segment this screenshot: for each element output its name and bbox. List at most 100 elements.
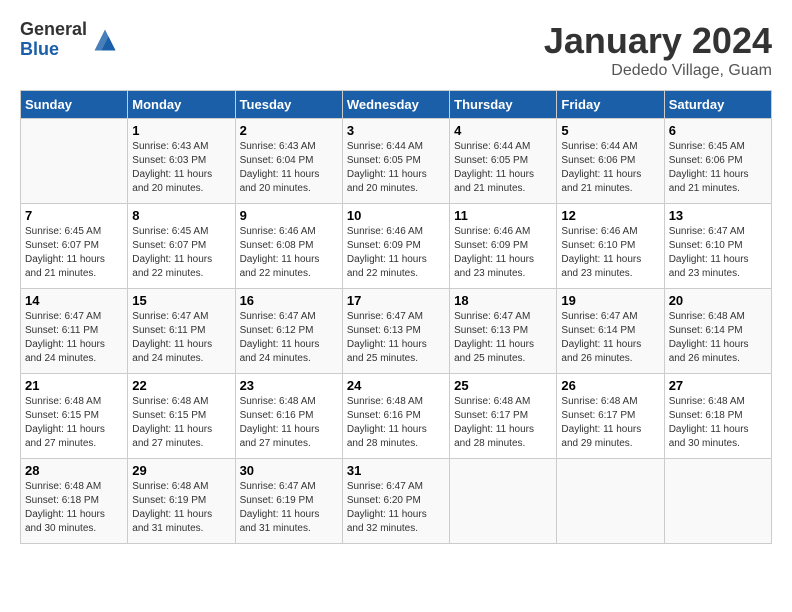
day-info: Sunrise: 6:43 AM Sunset: 6:04 PM Dayligh… [240, 140, 338, 196]
day-number: 21 [25, 378, 123, 393]
day-number: 1 [132, 123, 230, 138]
calendar-cell: 15Sunrise: 6:47 AM Sunset: 6:11 PM Dayli… [128, 289, 235, 374]
day-info: Sunrise: 6:48 AM Sunset: 6:16 PM Dayligh… [347, 395, 445, 451]
calendar-cell [557, 459, 664, 544]
day-number: 26 [561, 378, 659, 393]
calendar-cell: 21Sunrise: 6:48 AM Sunset: 6:15 PM Dayli… [21, 374, 128, 459]
calendar-cell: 28Sunrise: 6:48 AM Sunset: 6:18 PM Dayli… [21, 459, 128, 544]
calendar-week-row: 14Sunrise: 6:47 AM Sunset: 6:11 PM Dayli… [21, 289, 772, 374]
calendar-cell: 20 Sunrise: 6:48 AM Sunset: 6:14 PM Dayli… [664, 289, 771, 374]
day-number: 16 [240, 293, 338, 308]
day-number: 22 [132, 378, 230, 393]
calendar-cell: 4Sunrise: 6:44 AM Sunset: 6:05 PM Daylig… [450, 119, 557, 204]
calendar-cell: 8 Sunrise: 6:45 AM Sunset: 6:07 PM Daylig… [128, 204, 235, 289]
calendar-cell: 26Sunrise: 6:48 AM Sunset: 6:17 PM Dayli… [557, 374, 664, 459]
day-info: Sunrise: 6:47 AM Sunset: 6:19 PM Dayligh… [240, 480, 338, 536]
day-number: 2 [240, 123, 338, 138]
calendar-cell: 1 Sunrise: 6:43 AM Sunset: 6:03 PM Daylig… [128, 119, 235, 204]
day-number: 7 [25, 208, 123, 223]
calendar-cell: 14Sunrise: 6:47 AM Sunset: 6:11 PM Dayli… [21, 289, 128, 374]
day-number: 11 [454, 208, 552, 223]
day-number: 17 [347, 293, 445, 308]
day-info: Sunrise: 6:48 AM Sunset: 6:19 PM Dayligh… [132, 480, 230, 536]
day-info: Sunrise: 6:48 AM Sunset: 6:18 PM Dayligh… [669, 395, 767, 451]
calendar-header-sunday: Sunday [21, 91, 128, 119]
calendar-header-tuesday: Tuesday [235, 91, 342, 119]
calendar-cell: 3 Sunrise: 6:44 AM Sunset: 6:05 PM Daylig… [342, 119, 449, 204]
day-info: Sunrise: 6:48 AM Sunset: 6:15 PM Dayligh… [132, 395, 230, 451]
day-number: 8 [132, 208, 230, 223]
calendar-cell: 12 Sunrise: 6:46 AM Sunset: 6:10 PM Dayli… [557, 204, 664, 289]
day-number: 5 [561, 123, 659, 138]
day-number: 20 [669, 293, 767, 308]
day-number: 29 [132, 463, 230, 478]
calendar-header-friday: Friday [557, 91, 664, 119]
day-info: Sunrise: 6:45 AM Sunset: 6:07 PM Dayligh… [25, 225, 123, 281]
month-title: January 2024 [544, 20, 772, 62]
day-info: Sunrise: 6:46 AM Sunset: 6:10 PM Dayligh… [561, 225, 659, 281]
calendar-cell: 6 Sunrise: 6:45 AM Sunset: 6:06 PM Daylig… [664, 119, 771, 204]
calendar-cell [664, 459, 771, 544]
day-info: Sunrise: 6:43 AM Sunset: 6:03 PM Dayligh… [132, 140, 230, 196]
logo: General Blue [20, 20, 119, 60]
day-number: 9 [240, 208, 338, 223]
day-info: Sunrise: 6:48 AM Sunset: 6:16 PM Dayligh… [240, 395, 338, 451]
logo-general: General [20, 20, 87, 40]
calendar-cell: 25Sunrise: 6:48 AM Sunset: 6:17 PM Dayli… [450, 374, 557, 459]
day-info: Sunrise: 6:46 AM Sunset: 6:08 PM Dayligh… [240, 225, 338, 281]
day-info: Sunrise: 6:47 AM Sunset: 6:13 PM Dayligh… [347, 310, 445, 366]
calendar-cell: 2 Sunrise: 6:43 AM Sunset: 6:04 PM Daylig… [235, 119, 342, 204]
day-info: Sunrise: 6:47 AM Sunset: 6:14 PM Dayligh… [561, 310, 659, 366]
day-info: Sunrise: 6:46 AM Sunset: 6:09 PM Dayligh… [347, 225, 445, 281]
logo-blue: Blue [20, 40, 87, 60]
calendar-header-saturday: Saturday [664, 91, 771, 119]
day-info: Sunrise: 6:48 AM Sunset: 6:14 PM Dayligh… [669, 310, 767, 366]
day-number: 24 [347, 378, 445, 393]
day-number: 12 [561, 208, 659, 223]
calendar-cell: 31 Sunrise: 6:47 AM Sunset: 6:20 PM Dayli… [342, 459, 449, 544]
day-info: Sunrise: 6:47 AM Sunset: 6:10 PM Dayligh… [669, 225, 767, 281]
day-number: 18 [454, 293, 552, 308]
calendar-table: SundayMondayTuesdayWednesdayThursdayFrid… [20, 90, 772, 544]
page-header: General Blue January 2024 Dededo Village… [20, 20, 772, 80]
day-info: Sunrise: 6:47 AM Sunset: 6:12 PM Dayligh… [240, 310, 338, 366]
day-info: Sunrise: 6:46 AM Sunset: 6:09 PM Dayligh… [454, 225, 552, 281]
location-title: Dededo Village, Guam [544, 62, 772, 80]
day-number: 31 [347, 463, 445, 478]
day-info: Sunrise: 6:48 AM Sunset: 6:18 PM Dayligh… [25, 480, 123, 536]
day-number: 23 [240, 378, 338, 393]
calendar-cell: 16 Sunrise: 6:47 AM Sunset: 6:12 PM Dayli… [235, 289, 342, 374]
logo-icon [91, 26, 119, 54]
calendar-cell: 19Sunrise: 6:47 AM Sunset: 6:14 PM Dayli… [557, 289, 664, 374]
calendar-cell: 11 Sunrise: 6:46 AM Sunset: 6:09 PM Dayli… [450, 204, 557, 289]
day-number: 6 [669, 123, 767, 138]
calendar-cell: 22 Sunrise: 6:48 AM Sunset: 6:15 PM Dayli… [128, 374, 235, 459]
calendar-header-thursday: Thursday [450, 91, 557, 119]
day-number: 25 [454, 378, 552, 393]
calendar-cell [450, 459, 557, 544]
day-info: Sunrise: 6:44 AM Sunset: 6:06 PM Dayligh… [561, 140, 659, 196]
calendar-week-row: 1 Sunrise: 6:43 AM Sunset: 6:03 PM Daylig… [21, 119, 772, 204]
calendar-week-row: 28Sunrise: 6:48 AM Sunset: 6:18 PM Dayli… [21, 459, 772, 544]
day-info: Sunrise: 6:45 AM Sunset: 6:07 PM Dayligh… [132, 225, 230, 281]
day-info: Sunrise: 6:44 AM Sunset: 6:05 PM Dayligh… [454, 140, 552, 196]
calendar-cell: 24 Sunrise: 6:48 AM Sunset: 6:16 PM Dayli… [342, 374, 449, 459]
calendar-cell: 18 Sunrise: 6:47 AM Sunset: 6:13 PM Dayli… [450, 289, 557, 374]
calendar-header-monday: Monday [128, 91, 235, 119]
day-number: 3 [347, 123, 445, 138]
day-number: 30 [240, 463, 338, 478]
calendar-cell: 17 Sunrise: 6:47 AM Sunset: 6:13 PM Dayli… [342, 289, 449, 374]
day-info: Sunrise: 6:47 AM Sunset: 6:11 PM Dayligh… [25, 310, 123, 366]
calendar-cell: 10 Sunrise: 6:46 AM Sunset: 6:09 PM Dayli… [342, 204, 449, 289]
calendar-week-row: 7 Sunrise: 6:45 AM Sunset: 6:07 PM Daylig… [21, 204, 772, 289]
day-info: Sunrise: 6:45 AM Sunset: 6:06 PM Dayligh… [669, 140, 767, 196]
calendar-cell: 5 Sunrise: 6:44 AM Sunset: 6:06 PM Daylig… [557, 119, 664, 204]
calendar-cell: 29 Sunrise: 6:48 AM Sunset: 6:19 PM Dayli… [128, 459, 235, 544]
day-number: 15 [132, 293, 230, 308]
day-info: Sunrise: 6:47 AM Sunset: 6:13 PM Dayligh… [454, 310, 552, 366]
day-number: 27 [669, 378, 767, 393]
day-number: 10 [347, 208, 445, 223]
day-info: Sunrise: 6:47 AM Sunset: 6:20 PM Dayligh… [347, 480, 445, 536]
day-info: Sunrise: 6:44 AM Sunset: 6:05 PM Dayligh… [347, 140, 445, 196]
calendar-cell: 27 Sunrise: 6:48 AM Sunset: 6:18 PM Dayli… [664, 374, 771, 459]
